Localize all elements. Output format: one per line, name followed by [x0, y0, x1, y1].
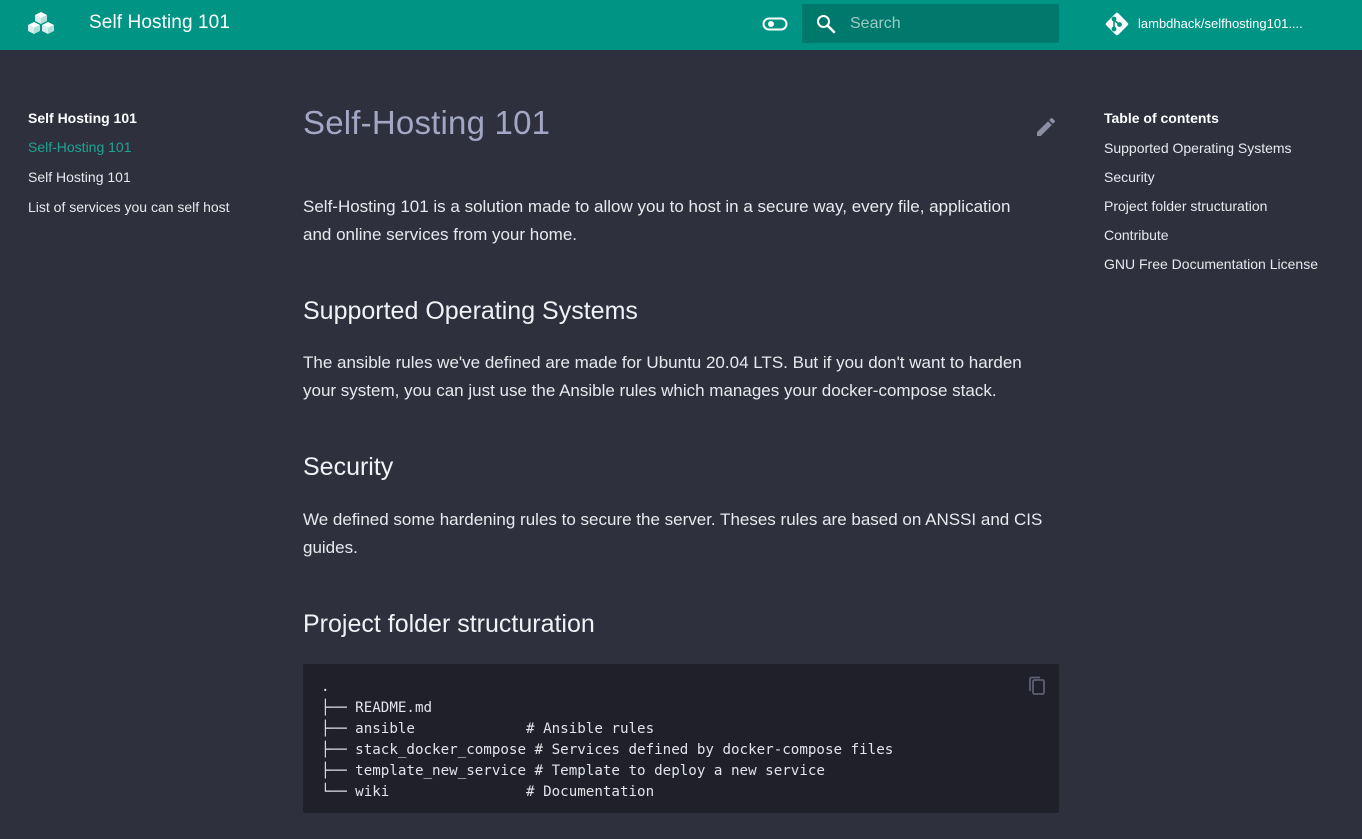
nav-item-services-list[interactable]: List of services you can self host: [28, 189, 268, 219]
code-content: . ├── README.md ├── ansible # Ansible ru…: [321, 679, 894, 800]
site-title[interactable]: Self Hosting 101: [89, 12, 230, 34]
copy-icon[interactable]: [1027, 675, 1047, 697]
section-text-os: The ansible rules we've defined are made…: [303, 353, 1022, 400]
theme-toggle-icon[interactable]: [762, 12, 788, 36]
search-box[interactable]: [802, 4, 1059, 43]
search-input[interactable]: [850, 4, 1050, 43]
toc-title: Table of contents: [1104, 110, 1219, 126]
code-block: . ├── README.md ├── ansible # Ansible ru…: [303, 664, 1059, 813]
toc-item-folder[interactable]: Project folder structuration: [1104, 196, 1334, 216]
nav-sidebar: Self Hosting 101 Self-Hosting 101 Self H…: [28, 109, 268, 219]
section-heading-os: Supported Operating Systems: [303, 297, 638, 325]
table-of-contents: Table of contents Supported Operating Sy…: [1104, 109, 1334, 274]
toc-item-contribute[interactable]: Contribute: [1104, 225, 1334, 245]
header: Self Hosting 101 lambdhack/selfhosting10…: [0, 0, 1362, 50]
nav-item-self-hosting-101[interactable]: Self Hosting 101: [28, 159, 268, 189]
git-icon: [1105, 12, 1129, 36]
edit-icon[interactable]: [1034, 115, 1058, 139]
logo-icon[interactable]: [27, 10, 55, 38]
intro-paragraph: Self-Hosting 101 is a solution made to a…: [303, 197, 1011, 244]
repo-name: lambdhack/selfhosting101....: [1138, 16, 1303, 31]
toc-item-os[interactable]: Supported Operating Systems: [1104, 138, 1334, 158]
section-heading-folder: Project folder structuration: [303, 610, 595, 638]
nav-title: Self Hosting 101: [28, 110, 137, 126]
toc-item-license[interactable]: GNU Free Documentation License: [1104, 254, 1334, 274]
search-icon: [817, 15, 836, 34]
page-title: Self-Hosting 101: [303, 104, 551, 141]
section-heading-security: Security: [303, 453, 394, 481]
nav-item-self-hosting-101-active[interactable]: Self-Hosting 101: [28, 129, 268, 159]
section-text-security: We defined some hardening rules to secur…: [303, 510, 1043, 557]
toc-item-security[interactable]: Security: [1104, 167, 1334, 187]
